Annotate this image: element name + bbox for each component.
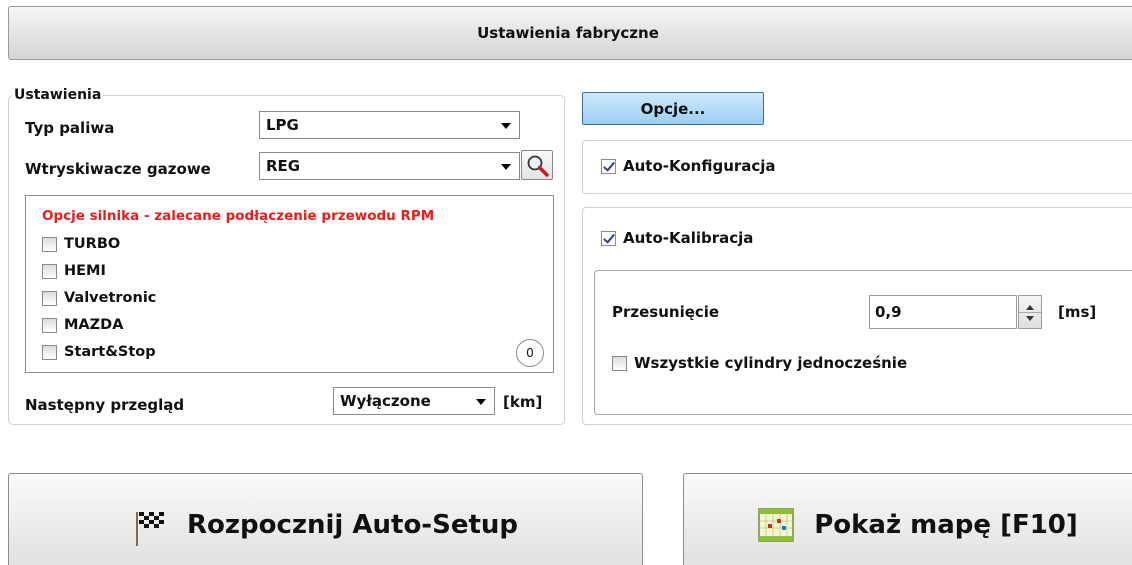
checkbox-label: HEMI <box>64 263 106 279</box>
offset-value: 0,9 <box>875 303 902 321</box>
engine-option-valvetronic[interactable]: Valvetronic <box>42 290 156 306</box>
spin-up-icon[interactable] <box>1026 305 1034 310</box>
engine-option-hemi[interactable]: HEMI <box>42 263 106 279</box>
chevron-down-icon <box>476 399 486 405</box>
next-service-label: Następny przegląd <box>25 396 185 414</box>
gas-injectors-select[interactable]: REG <box>259 152 520 180</box>
all-cylinders-label: Wszystkie cylindry jednocześnie <box>634 354 908 372</box>
page-title-bar: Ustawienia fabryczne <box>8 6 1132 60</box>
offset-label: Przesunięcie <box>612 303 720 321</box>
checkbox-label: TURBO <box>64 236 121 252</box>
fuel-type-value: LPG <box>266 116 299 134</box>
checkbox[interactable] <box>612 355 627 371</box>
auto-config-label: Auto-Konfiguracja <box>623 157 776 175</box>
offset-unit: [ms] <box>1058 303 1097 321</box>
offset-input[interactable]: 0,9 <box>869 295 1017 329</box>
engine-options-title: Opcje silnika - zalecane podłączenie prz… <box>42 208 435 224</box>
auto-calibration-option[interactable]: Auto-Kalibracja <box>601 229 753 247</box>
options-button[interactable]: Opcje... <box>582 92 764 125</box>
offset-spinner[interactable] <box>1018 295 1042 329</box>
map-chart-icon <box>758 508 794 542</box>
checkbox[interactable] <box>42 317 57 333</box>
checkbox[interactable] <box>42 290 57 306</box>
checkbox-label: Valvetronic <box>64 290 157 306</box>
spin-down-icon[interactable] <box>1026 316 1034 321</box>
checkbox-label: MAZDA <box>64 317 124 333</box>
checkered-flag-icon <box>135 512 164 546</box>
engine-option-mazda[interactable]: MAZDA <box>42 317 123 333</box>
options-counter-badge: 0 <box>516 339 544 367</box>
page-title: Ustawienia fabryczne <box>477 24 659 42</box>
search-icon <box>527 155 549 177</box>
gas-injectors-label: Wtryskiwacze gazowe <box>25 160 211 178</box>
checkbox[interactable] <box>42 263 57 279</box>
next-service-unit: [km] <box>503 393 543 411</box>
chevron-down-icon <box>501 123 511 129</box>
engine-option-start-stop[interactable]: Start&Stop <box>42 344 156 360</box>
injector-search-button[interactable] <box>521 150 553 180</box>
next-service-value: Wyłączone <box>340 392 431 410</box>
checkbox[interactable] <box>42 344 57 360</box>
engine-options-box: Opcje silnika - zalecane podłączenie prz… <box>25 195 554 373</box>
fuel-type-select[interactable]: LPG <box>259 111 520 139</box>
engine-option-turbo[interactable]: TURBO <box>42 236 120 252</box>
auto-calibration-label: Auto-Kalibracja <box>623 229 754 247</box>
auto-config-option[interactable]: Auto-Konfiguracja <box>601 157 776 175</box>
chevron-down-icon <box>501 164 511 170</box>
calibration-settings-box <box>594 270 1132 415</box>
show-map-button[interactable]: Pokaż mapę [F10] <box>683 473 1132 565</box>
checkbox-checked[interactable] <box>601 158 616 174</box>
settings-group-title: Ustawienia <box>12 87 104 103</box>
auto-config-panel: Auto-Konfiguracja <box>582 140 1132 194</box>
next-service-select[interactable]: Wyłączone <box>333 387 495 415</box>
gas-injectors-value: REG <box>266 157 301 175</box>
all-cylinders-option[interactable]: Wszystkie cylindry jednocześnie <box>612 354 907 372</box>
spinner-divider <box>1019 312 1041 313</box>
show-map-label: Pokaż mapę [F10] <box>814 510 1078 540</box>
checkbox-label: Start&Stop <box>64 344 156 360</box>
start-auto-setup-label: Rozpocznij Auto-Setup <box>186 510 519 540</box>
start-auto-setup-button[interactable]: Rozpocznij Auto-Setup <box>8 473 643 565</box>
fuel-type-label: Typ paliwa <box>25 119 115 137</box>
checkbox[interactable] <box>42 236 57 252</box>
checkbox-checked[interactable] <box>601 230 616 246</box>
